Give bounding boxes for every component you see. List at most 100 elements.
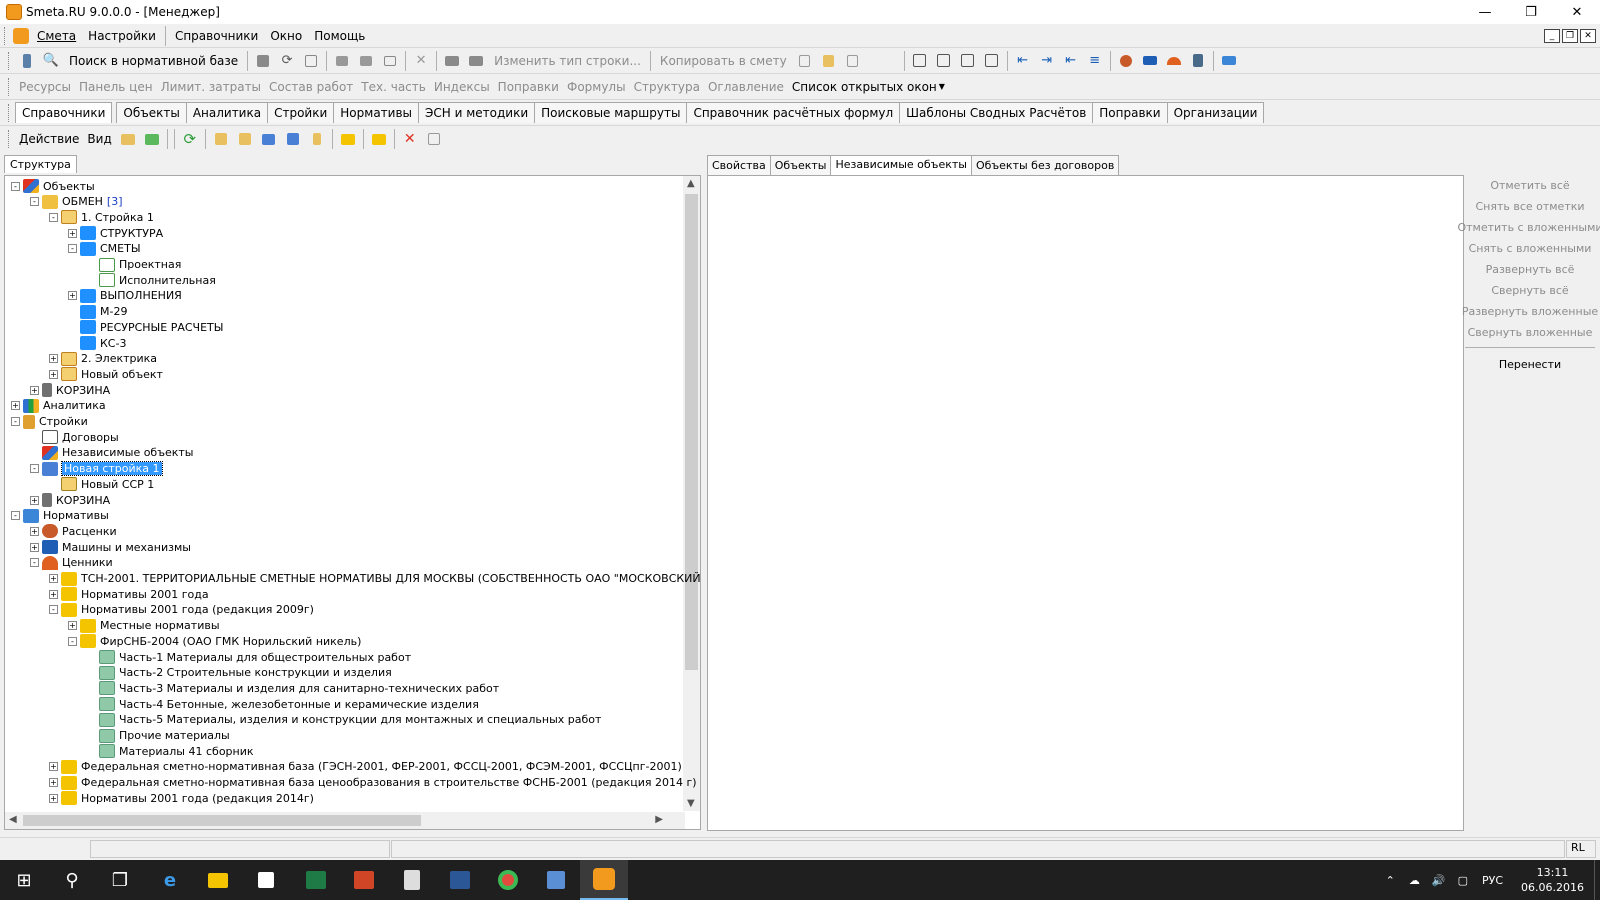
sites-icon[interactable] <box>258 129 280 149</box>
expand-icon[interactable]: + <box>49 354 58 364</box>
action-menu[interactable]: Действие <box>15 132 83 146</box>
resources-button[interactable]: Ресурсы <box>15 80 75 94</box>
collapse-icon[interactable]: - <box>11 417 20 426</box>
tab-structure[interactable]: Структура <box>4 155 77 173</box>
tree-node[interactable]: - Объекты <box>11 178 95 194</box>
smeta-ru-icon[interactable] <box>580 860 628 900</box>
tree-node[interactable]: Независимые объекты <box>30 445 194 461</box>
indent-right-icon[interactable]: ⇥ <box>1036 51 1058 71</box>
paste-special-icon[interactable] <box>842 51 864 71</box>
delete-icon[interactable]: ✕ <box>399 129 421 149</box>
tree-node[interactable]: - Новая стройка 1 <box>30 461 163 477</box>
scroll-up-icon[interactable]: ▲ <box>687 178 695 189</box>
expand-icon[interactable]: + <box>11 401 20 411</box>
view-menu[interactable]: Вид <box>83 132 115 146</box>
tree-node[interactable]: - 1. Стройка 1 <box>49 209 154 225</box>
chrome-icon[interactable] <box>484 860 532 900</box>
pricelist-icon[interactable] <box>1163 51 1185 71</box>
tab-independent-objects[interactable]: Независимые объекты <box>830 155 972 175</box>
search-icon[interactable]: 🔍 <box>40 51 62 71</box>
tab-directories[interactable]: Справочники <box>15 102 113 123</box>
save-icon[interactable] <box>252 51 274 71</box>
open-windows-dropdown[interactable]: Список открытых окон <box>788 80 939 94</box>
independent-objects-list[interactable] <box>707 175 1464 831</box>
tree-node[interactable]: +2. Электрика <box>49 351 157 367</box>
show-desktop-button[interactable] <box>1594 860 1600 900</box>
limit-costs-button[interactable]: Лимит. затраты <box>157 80 265 94</box>
tree-node[interactable]: + КОРЗИНА <box>30 382 110 398</box>
tree-node[interactable]: Часть-5 Материалы, изделия и конструкции… <box>87 712 601 728</box>
tree-node[interactable]: - ОБМЕН [3] <box>30 194 123 210</box>
menu-directories[interactable]: Справочники <box>169 29 264 43</box>
calculator-icon[interactable] <box>1187 51 1209 71</box>
tab-sites[interactable]: Стройки <box>267 102 335 123</box>
tree-node[interactable]: + Машины и механизмы <box>30 539 191 555</box>
unmark-nested-button[interactable]: Снять с вложенными <box>1465 238 1595 259</box>
change-row-type-button[interactable]: Изменить тип строки... <box>488 54 647 68</box>
mark-all-button[interactable]: Отметить всё <box>1465 175 1595 196</box>
expand-icon[interactable]: + <box>49 762 58 772</box>
collapse-icon[interactable]: - <box>11 181 20 191</box>
work-composition-button[interactable]: Состав работ <box>265 80 357 94</box>
tab-properties[interactable]: Свойства <box>707 155 771 175</box>
scroll-right-icon[interactable]: ▶ <box>655 814 663 825</box>
tech-part-button[interactable]: Тех. часть <box>357 80 430 94</box>
tree-node[interactable]: Договоры <box>30 429 119 445</box>
tree-node[interactable]: - Стройки <box>11 414 88 430</box>
mdi-minimize-icon[interactable]: _ <box>1544 28 1560 43</box>
copy-icon[interactable] <box>794 51 816 71</box>
toolbar-grip[interactable] <box>4 26 7 45</box>
tab-corrections[interactable]: Поправки <box>1092 102 1168 123</box>
layers-icon[interactable] <box>1218 51 1240 71</box>
tree-node[interactable]: + Нормативы 2001 года (редакция 2014г) <box>49 790 314 806</box>
outdent-icon[interactable]: ⇤ <box>1060 51 1082 71</box>
tree-node[interactable]: + Нормативы 2001 года <box>49 586 209 602</box>
chevron-up-icon[interactable]: ⌃ <box>1378 874 1403 887</box>
tree-node[interactable]: + КОРЗИНА <box>30 492 110 508</box>
tree-node[interactable]: - ФирСНБ-2004 (ОАО ГМК Норильский никель) <box>68 633 361 649</box>
site-props-icon[interactable] <box>282 129 304 149</box>
tree-node[interactable]: Часть-1 Материалы для общестроительных р… <box>87 649 411 665</box>
chevron-down-icon[interactable]: ▼ <box>939 82 945 91</box>
tree-node[interactable]: - Нормативы <box>11 508 109 524</box>
column-a-icon[interactable] <box>933 51 955 71</box>
mdi-restore-icon[interactable]: ❐ <box>1562 28 1578 43</box>
indexes-button[interactable]: Индексы <box>430 80 494 94</box>
menu-smeta[interactable]: Смета <box>31 29 82 43</box>
structure-button[interactable]: Структура <box>630 80 704 94</box>
tree-node[interactable]: - Нормативы 2001 года (редакция 2009г) <box>49 602 314 618</box>
move-folder-icon[interactable] <box>368 129 390 149</box>
key-icon[interactable] <box>306 129 328 149</box>
clock[interactable]: 13:11 06.06.2016 <box>1511 865 1594 895</box>
minimize-icon[interactable]: — <box>1462 0 1508 24</box>
tab-objects-without-contracts[interactable]: Объекты без договоров <box>970 155 1120 175</box>
tree-node[interactable]: - Ценники <box>30 555 113 571</box>
expand-icon[interactable]: + <box>30 526 39 536</box>
collapse-icon[interactable]: - <box>68 244 77 254</box>
expand-icon[interactable]: + <box>68 291 77 301</box>
scroll-left-icon[interactable]: ◀ <box>9 814 17 825</box>
powerpoint-icon[interactable] <box>340 860 388 900</box>
tree-node[interactable]: + Федеральная сметно-нормативная база цен… <box>49 775 697 791</box>
tree-node[interactable]: - СМЕТЫ <box>68 241 141 257</box>
tree-node[interactable]: Прочие материалы <box>87 728 230 744</box>
tree-icon[interactable] <box>16 51 38 71</box>
comment-icon[interactable] <box>379 51 401 71</box>
task-view-icon[interactable]: ❐ <box>96 860 144 900</box>
unmark-all-button[interactable]: Снять все отметки <box>1465 196 1595 217</box>
tree-node[interactable]: РЕСУРСНЫЕ РАСЧЕТЫ <box>68 319 223 335</box>
windows-start-icon[interactable]: ⊞ <box>0 860 48 900</box>
open-folder-icon[interactable] <box>337 129 359 149</box>
collapse-icon[interactable]: - <box>49 212 58 222</box>
tab-ssr-templates[interactable]: Шаблоны Сводных Расчётов <box>899 102 1094 123</box>
expand-nested-button[interactable]: Развернуть вложенные <box>1462 301 1598 322</box>
menu-settings[interactable]: Настройки <box>82 29 162 43</box>
language-indicator[interactable]: РУС <box>1474 874 1511 887</box>
collapse-icon[interactable]: - <box>68 636 77 646</box>
scroll-thumb[interactable] <box>685 194 698 670</box>
excel-icon[interactable] <box>292 860 340 900</box>
resource-icon[interactable] <box>441 51 463 71</box>
tree-node[interactable]: + Аналитика <box>11 398 106 414</box>
calculator-icon[interactable] <box>388 860 436 900</box>
delete-icon[interactable]: ✕ <box>410 51 432 71</box>
